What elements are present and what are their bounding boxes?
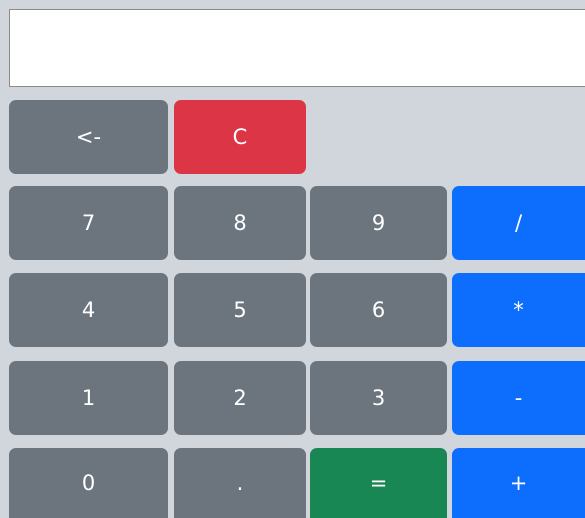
equals-button[interactable]: = [310,448,447,518]
calculator: <- C 7 8 9 / 4 5 6 * 1 2 3 - 0 . = + [0,0,585,518]
subtract-button[interactable]: - [452,361,585,435]
backspace-button[interactable]: <- [9,100,168,174]
digit-9-button[interactable]: 9 [310,186,447,260]
digit-1-button[interactable]: 1 [9,361,168,435]
digit-5-button[interactable]: 5 [174,273,306,347]
digit-3-button[interactable]: 3 [310,361,447,435]
multiply-button[interactable]: * [452,273,585,347]
calculator-display[interactable] [9,9,585,87]
digit-0-button[interactable]: 0 [9,448,168,518]
digit-6-button[interactable]: 6 [310,273,447,347]
divide-button[interactable]: / [452,186,585,260]
clear-button[interactable]: C [174,100,306,174]
digit-8-button[interactable]: 8 [174,186,306,260]
digit-4-button[interactable]: 4 [9,273,168,347]
add-button[interactable]: + [452,448,585,518]
digit-7-button[interactable]: 7 [9,186,168,260]
decimal-button[interactable]: . [174,448,306,518]
digit-2-button[interactable]: 2 [174,361,306,435]
